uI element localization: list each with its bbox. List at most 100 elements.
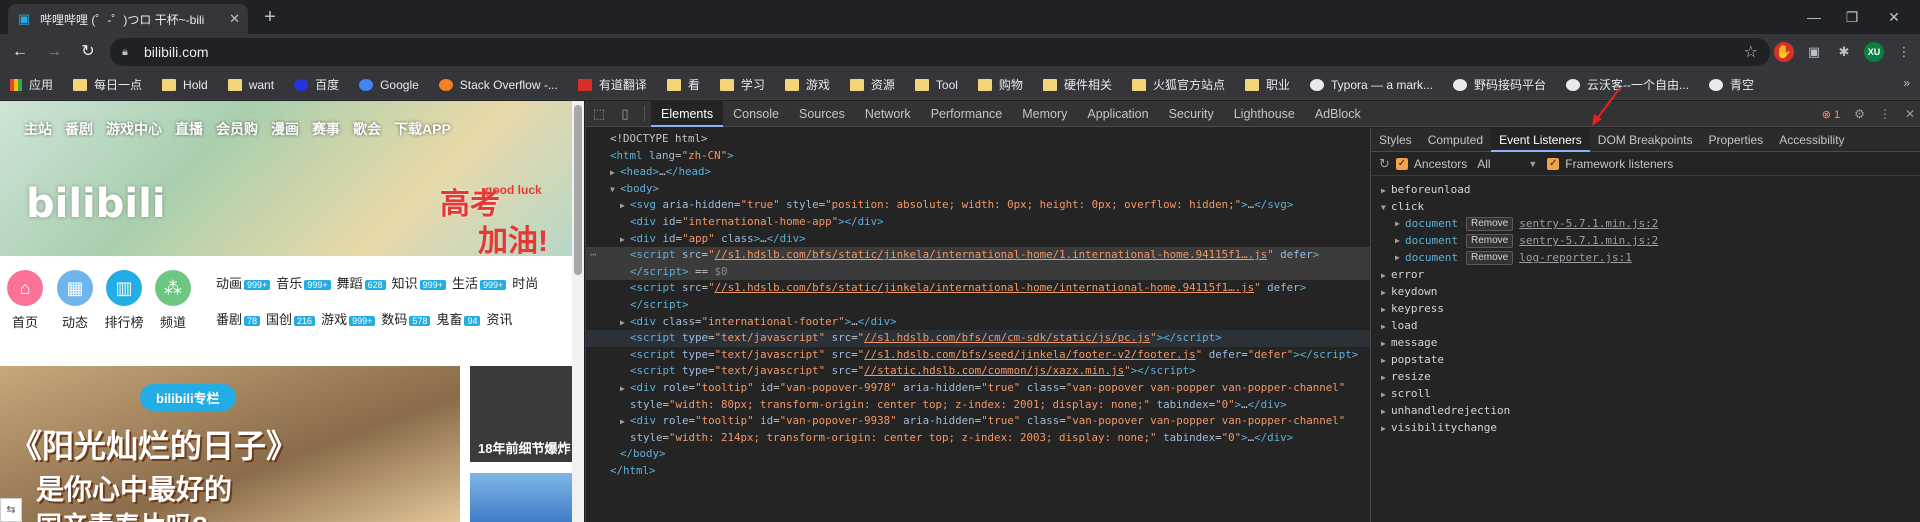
bookmark-item[interactable]: 青空 bbox=[1709, 76, 1754, 93]
bookmark-item[interactable]: Stack Overflow -... bbox=[438, 78, 558, 92]
dom-node-line[interactable]: <html lang="zh-CN"> bbox=[586, 148, 1370, 165]
zone-item[interactable]: 游戏 999+ bbox=[321, 309, 376, 328]
sidebar-tab-styles[interactable]: Styles bbox=[1371, 128, 1420, 152]
event-type-row[interactable]: ▶ message bbox=[1371, 334, 1920, 351]
cat-channel[interactable]: ⁂ 频道 bbox=[150, 256, 196, 331]
bookmark-item[interactable]: Google bbox=[359, 78, 419, 92]
zone-item[interactable]: 番剧 78 bbox=[216, 309, 261, 328]
sidebar-tab-dom-breakpoints[interactable]: DOM Breakpoints bbox=[1590, 128, 1701, 152]
elements-tree[interactable]: <!DOCTYPE html> <html lang="zh-CN"> ▶ <head… bbox=[586, 128, 1370, 522]
side-card[interactable]: 18年前细节爆炸 bbox=[470, 366, 572, 462]
restore-icon[interactable]: ❐ bbox=[1834, 4, 1870, 30]
listener-source-link[interactable]: sentry-5.7.1.min.js:2 bbox=[1519, 232, 1658, 249]
page-scrollbar[interactable] bbox=[572, 101, 584, 522]
site-nav-item[interactable]: 歌会 bbox=[353, 119, 381, 139]
bookmark-item[interactable]: 有道翻译 bbox=[577, 76, 647, 93]
featured-banner[interactable]: bilibili专栏 《阳光灿烂的日子》 是你心中最好的 国产青春片吗? bbox=[0, 366, 460, 522]
dom-node-line[interactable]: ▶ <div role="tooltip" id="van-popover-997… bbox=[586, 380, 1370, 397]
bookmark-item[interactable]: 硬件相关 bbox=[1042, 76, 1112, 93]
tab-console[interactable]: Console bbox=[723, 101, 789, 127]
expand-triangle-icon[interactable]: ▶ bbox=[1381, 403, 1391, 420]
bookmark-item[interactable]: 学习 bbox=[719, 76, 765, 93]
cat-dynamic[interactable]: ▦ 动态 bbox=[52, 256, 98, 331]
event-type-row[interactable]: ▶ visibilitychange bbox=[1371, 419, 1920, 436]
side-card-2[interactable] bbox=[470, 473, 572, 522]
expand-triangle-icon[interactable]: ▶ bbox=[620, 232, 630, 249]
tab-adblock[interactable]: AdBlock bbox=[1305, 101, 1371, 127]
bookmark-item[interactable]: 看 bbox=[666, 76, 700, 93]
dom-node-line[interactable]: ▼ <body> bbox=[586, 181, 1370, 198]
fixed-side-button[interactable]: ⇆ bbox=[0, 498, 22, 522]
settings-gear-icon[interactable]: ⚙ bbox=[1854, 107, 1865, 121]
dom-node-line[interactable]: <script type="text/javascript" src="//s1… bbox=[586, 330, 1370, 347]
browser-tab[interactable]: ▣ 哔哩哔哩 (゜-゜)つロ 干杯~-bili ✕ bbox=[8, 4, 248, 34]
expand-triangle-icon[interactable]: ▶ bbox=[1381, 335, 1391, 352]
site-nav-item[interactable]: 会员购 bbox=[216, 119, 258, 139]
remove-listener-button[interactable]: Remove bbox=[1465, 250, 1514, 265]
expand-triangle-icon[interactable]: ▶ bbox=[1381, 352, 1391, 369]
expand-triangle-icon[interactable]: ▶ bbox=[1381, 301, 1391, 318]
zone-item[interactable]: 舞蹈 628 bbox=[337, 273, 386, 292]
node-actions-icon[interactable]: ⋯ bbox=[590, 247, 597, 264]
dom-node-line[interactable]: </script> == $0 bbox=[586, 263, 1370, 281]
close-devtools-icon[interactable]: ✕ bbox=[1905, 107, 1915, 121]
dom-node-line[interactable]: <script src="//s1.hdslb.com/bfs/static/j… bbox=[586, 280, 1370, 297]
bookmark-item[interactable]: 百度 bbox=[294, 76, 339, 93]
site-nav-item[interactable]: 游戏中心 bbox=[106, 119, 162, 139]
bookmark-item[interactable]: Tool bbox=[914, 78, 958, 92]
sidebar-tab-accessibility[interactable]: Accessibility bbox=[1771, 128, 1852, 152]
dom-node-line[interactable]: <script src="//s1.hdslb.com/bfs/static/j… bbox=[586, 247, 1370, 264]
zone-item[interactable]: 时尚 bbox=[512, 273, 538, 292]
bookmark-item[interactable]: Hold bbox=[162, 78, 208, 92]
event-type-row[interactable]: ▶ resize bbox=[1371, 368, 1920, 385]
bookmark-star-icon[interactable]: ☆ bbox=[1744, 42, 1758, 62]
event-type-row[interactable]: ▶ keydown bbox=[1371, 283, 1920, 300]
dom-node-line[interactable]: <!DOCTYPE html> bbox=[586, 131, 1370, 148]
remove-listener-button[interactable]: Remove bbox=[1465, 216, 1514, 231]
site-nav-item[interactable]: 直播 bbox=[175, 119, 203, 139]
error-badge[interactable]: ⊗ 1 bbox=[1822, 108, 1840, 121]
forward-icon[interactable]: → bbox=[40, 38, 68, 66]
back-icon[interactable]: ← bbox=[6, 38, 34, 66]
site-nav-item[interactable]: 主站 bbox=[24, 119, 52, 139]
expand-triangle-icon[interactable]: ▶ bbox=[620, 414, 630, 431]
dom-node-line[interactable]: ▶ <div role="tooltip" id="van-popover-993… bbox=[586, 413, 1370, 430]
bookmark-item[interactable]: 资源 bbox=[849, 76, 895, 93]
bookmark-item[interactable]: 职业 bbox=[1244, 76, 1290, 93]
expand-triangle-icon[interactable]: ▶ bbox=[1381, 420, 1391, 437]
bookmark-item[interactable]: want bbox=[227, 78, 274, 92]
bookmark-item[interactable]: 购物 bbox=[977, 76, 1023, 93]
listener-source-link[interactable]: log-reporter.js:1 bbox=[1519, 249, 1632, 266]
dom-node-line[interactable]: ▶ <svg aria-hidden="true" style="position… bbox=[586, 197, 1370, 214]
dom-node-line[interactable]: ▶ <head>…</head> bbox=[586, 164, 1370, 181]
expand-triangle-icon[interactable]: ▶ bbox=[1381, 182, 1391, 199]
zone-item[interactable]: 音乐 999+ bbox=[276, 273, 331, 292]
cat-home[interactable]: ⌂ 首页 bbox=[2, 256, 48, 331]
expand-triangle-icon[interactable]: ▶ bbox=[610, 165, 620, 182]
close-window-icon[interactable]: ✕ bbox=[1876, 4, 1912, 30]
site-nav-item[interactable]: 漫画 bbox=[271, 119, 299, 139]
expand-triangle-icon[interactable]: ▶ bbox=[1381, 386, 1391, 403]
tab-network[interactable]: Network bbox=[855, 101, 921, 127]
expand-triangle-icon[interactable]: ▼ bbox=[1381, 199, 1391, 216]
bookmarks-overflow-icon[interactable]: » bbox=[1903, 76, 1910, 90]
bookmark-item[interactable]: 每日一点 bbox=[73, 76, 142, 93]
sidebar-tab-computed[interactable]: Computed bbox=[1420, 128, 1491, 152]
event-type-row[interactable]: ▶ unhandledrejection bbox=[1371, 402, 1920, 419]
tab-memory[interactable]: Memory bbox=[1012, 101, 1077, 127]
device-toolbar-icon[interactable]: ▯ bbox=[612, 106, 638, 122]
ancestors-checkbox[interactable]: ✓ bbox=[1395, 157, 1408, 170]
expand-triangle-icon[interactable]: ▶ bbox=[620, 315, 630, 332]
tab-performance[interactable]: Performance bbox=[921, 101, 1013, 127]
bookmark-item[interactable]: 火狐官方站点 bbox=[1131, 76, 1225, 93]
cat-ranking[interactable]: ▥ 排行榜 bbox=[101, 256, 147, 331]
event-type-row[interactable]: ▶ popstate bbox=[1371, 351, 1920, 368]
dom-node-line[interactable]: <script type="text/javascript" src="//s1… bbox=[586, 347, 1370, 364]
bookmark-item[interactable]: 游戏 bbox=[784, 76, 830, 93]
adblock-extension-icon[interactable]: ✋ bbox=[1774, 42, 1794, 62]
zone-item[interactable]: 资讯 bbox=[486, 309, 512, 328]
close-tab-icon[interactable]: ✕ bbox=[229, 11, 240, 27]
zone-item[interactable]: 鬼畜 94 bbox=[436, 309, 481, 328]
event-type-row[interactable]: ▶ scroll bbox=[1371, 385, 1920, 402]
zone-item[interactable]: 国创 216 bbox=[266, 309, 316, 328]
